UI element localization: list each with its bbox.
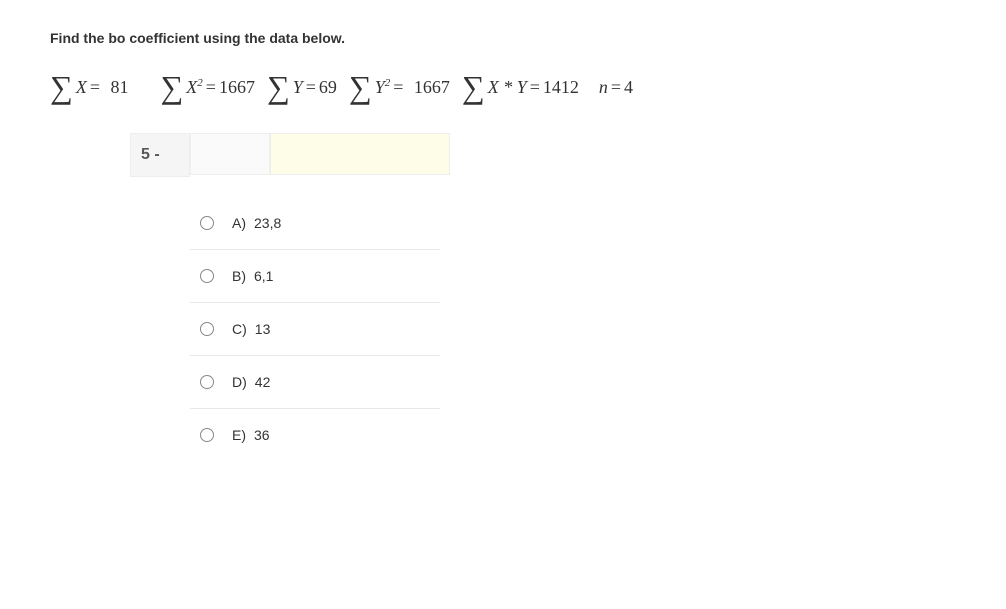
equation-row: ∑ X = 81 ∑ X2 = 1667 ∑ Y = 69 ∑ Y2 = 166… — [50, 71, 956, 103]
var-y: Y — [293, 77, 303, 98]
var-xy: X * Y — [488, 77, 527, 98]
sup-x2: 2 — [197, 77, 203, 89]
var-n: n — [599, 77, 608, 98]
radio-icon[interactable] — [200, 269, 214, 283]
option-letter: B) — [232, 268, 246, 284]
val-sum-y: 69 — [319, 77, 337, 98]
options-container: A) 23,8 B) 6,1 C) 13 D) 42 E) 36 — [190, 197, 440, 461]
option-value: 42 — [255, 374, 271, 390]
header-row: 5 - — [130, 133, 450, 177]
radio-icon[interactable] — [200, 428, 214, 442]
option-letter: D) — [232, 374, 247, 390]
eq-op: = — [393, 77, 403, 98]
option-value: 6,1 — [254, 268, 273, 284]
sum-y2-term: ∑ Y2 = 1667 — [349, 71, 450, 103]
option-b[interactable]: B) 6,1 — [190, 250, 440, 303]
option-label: C) 13 — [232, 321, 270, 337]
answer-section: 5 - — [130, 133, 956, 177]
eq-op: = — [90, 77, 100, 98]
option-e[interactable]: E) 36 — [190, 409, 440, 461]
eq-op: = — [530, 77, 540, 98]
sum-x-term: ∑ X = 81 — [50, 71, 128, 103]
n-term: n = 4 — [599, 77, 633, 98]
var-x2: X — [186, 77, 197, 97]
sigma-icon: ∑ — [267, 71, 290, 103]
val-n: 4 — [624, 77, 633, 98]
sigma-icon: ∑ — [160, 71, 183, 103]
question-title: Find the bo coefficient using the data b… — [50, 30, 956, 46]
sum-y-term: ∑ Y = 69 — [267, 71, 337, 103]
option-letter: A) — [232, 215, 246, 231]
header-middle — [190, 133, 270, 175]
eq-op: = — [611, 77, 621, 98]
question-number: 5 - — [130, 133, 190, 177]
option-value: 13 — [255, 321, 271, 337]
var-y2: Y — [375, 77, 385, 97]
eq-op: = — [306, 77, 316, 98]
var-x: X — [76, 77, 87, 98]
val-sum-xy: 1412 — [543, 77, 579, 98]
option-value: 36 — [254, 427, 270, 443]
radio-icon[interactable] — [200, 322, 214, 336]
option-label: A) 23,8 — [232, 215, 281, 231]
option-letter: E) — [232, 427, 246, 443]
option-letter: C) — [232, 321, 247, 337]
option-label: D) 42 — [232, 374, 270, 390]
sum-xy-term: ∑ X * Y = 1412 — [462, 71, 579, 103]
option-a[interactable]: A) 23,8 — [190, 197, 440, 250]
sum-x2-term: ∑ X2 = 1667 — [160, 71, 254, 103]
option-d[interactable]: D) 42 — [190, 356, 440, 409]
val-sum-y2: 1667 — [414, 77, 450, 98]
sigma-icon: ∑ — [349, 71, 372, 103]
option-label: E) 36 — [232, 427, 270, 443]
sigma-icon: ∑ — [50, 71, 73, 103]
sigma-icon: ∑ — [462, 71, 485, 103]
option-value: 23,8 — [254, 215, 281, 231]
val-sum-x: 81 — [110, 77, 128, 98]
val-sum-x2: 1667 — [219, 77, 255, 98]
radio-icon[interactable] — [200, 216, 214, 230]
option-label: B) 6,1 — [232, 268, 273, 284]
radio-icon[interactable] — [200, 375, 214, 389]
option-c[interactable]: C) 13 — [190, 303, 440, 356]
sup-y2: 2 — [385, 77, 391, 89]
highlight-box — [270, 133, 450, 175]
eq-op: = — [206, 77, 216, 98]
